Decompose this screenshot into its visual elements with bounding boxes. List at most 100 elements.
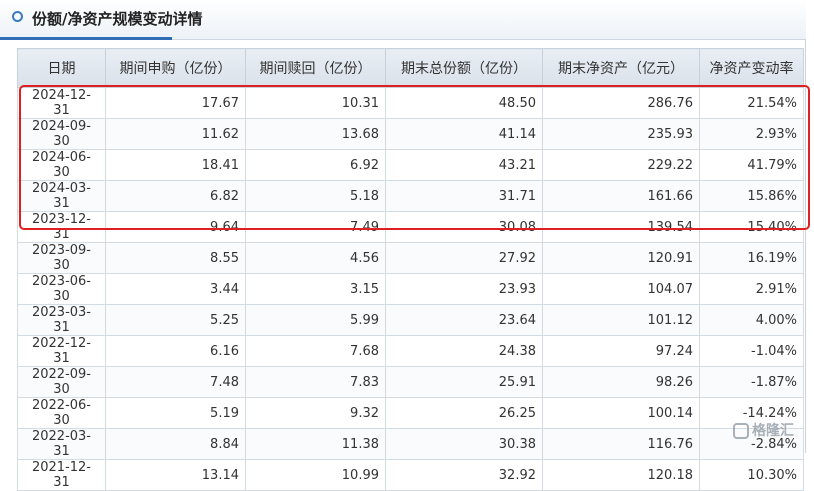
col-header-change-rate: 净资产变动率 bbox=[699, 48, 804, 88]
cell-date: 2022-03-31 bbox=[17, 428, 106, 460]
cell-date: 2023-03-31 bbox=[17, 304, 106, 336]
cell-net-assets: 286.76 bbox=[542, 87, 700, 119]
cell-change-rate: -1.04% bbox=[699, 335, 804, 367]
cell-subscription: 6.82 bbox=[105, 180, 246, 212]
gelonghui-logo-icon bbox=[733, 423, 749, 439]
table-row: 2024-06-30 18.41 6.92 43.21 229.22 41.79% bbox=[17, 149, 804, 181]
cell-redemption: 10.99 bbox=[245, 459, 386, 491]
cell-date: 2023-09-30 bbox=[17, 242, 106, 274]
col-header-net-assets: 期末净资产（亿元） bbox=[542, 48, 700, 88]
cell-total-shares: 43.21 bbox=[385, 149, 543, 181]
cell-total-shares: 48.50 bbox=[385, 87, 543, 119]
cell-net-assets: 101.12 bbox=[542, 304, 700, 336]
cell-total-shares: 41.14 bbox=[385, 118, 543, 150]
cell-redemption: 7.49 bbox=[245, 211, 386, 243]
table-row: 2022-09-30 7.48 7.83 25.91 98.26 -1.87% bbox=[17, 366, 804, 398]
cell-date: 2024-06-30 bbox=[17, 149, 106, 181]
cell-date: 2022-09-30 bbox=[17, 366, 106, 398]
watermark: 格隆汇 bbox=[733, 420, 794, 440]
cell-date: 2023-06-30 bbox=[17, 273, 106, 305]
cell-redemption: 13.68 bbox=[245, 118, 386, 150]
cell-change-rate: 10.30% bbox=[699, 459, 804, 491]
panel-header: 份额/净资产规模变动详情 bbox=[0, 0, 806, 40]
cell-net-assets: 120.91 bbox=[542, 242, 700, 274]
scale-change-table: 日期 期间申购（亿份） 期间赎回（亿份） 期末总份额（亿份） 期末净资产（亿元）… bbox=[17, 48, 804, 491]
cell-change-rate: 15.86% bbox=[699, 180, 804, 212]
title-underline bbox=[0, 37, 172, 40]
cell-net-assets: 120.18 bbox=[542, 459, 700, 491]
table-row: 2023-09-30 8.55 4.56 27.92 120.91 16.19% bbox=[17, 242, 804, 274]
cell-total-shares: 25.91 bbox=[385, 366, 543, 398]
cell-redemption: 9.32 bbox=[245, 397, 386, 429]
cell-change-rate: 41.79% bbox=[699, 149, 804, 181]
cell-subscription: 8.84 bbox=[105, 428, 246, 460]
col-header-subscription: 期间申购（亿份） bbox=[105, 48, 246, 88]
cell-redemption: 7.83 bbox=[245, 366, 386, 398]
cell-redemption: 5.99 bbox=[245, 304, 386, 336]
fund-scale-panel: 份额/净资产规模变动详情 日期 期间申购（亿份） 期间赎回（亿份） 期末总份额（… bbox=[0, 0, 810, 491]
cell-total-shares: 23.93 bbox=[385, 273, 543, 305]
table-row: 2021-12-31 13.14 10.99 32.92 120.18 10.30% bbox=[17, 459, 804, 491]
cell-subscription: 5.19 bbox=[105, 397, 246, 429]
cell-total-shares: 23.64 bbox=[385, 304, 543, 336]
cell-redemption: 10.31 bbox=[245, 87, 386, 119]
cell-subscription: 11.62 bbox=[105, 118, 246, 150]
cell-total-shares: 30.38 bbox=[385, 428, 543, 460]
cell-date: 2024-03-31 bbox=[17, 180, 106, 212]
col-header-total-shares: 期末总份额（亿份） bbox=[385, 48, 543, 88]
cell-subscription: 17.67 bbox=[105, 87, 246, 119]
cell-net-assets: 161.66 bbox=[542, 180, 700, 212]
cell-change-rate: 4.00% bbox=[699, 304, 804, 336]
cell-total-shares: 24.38 bbox=[385, 335, 543, 367]
table-row: 2023-12-31 9.64 7.49 30.08 139.54 15.40% bbox=[17, 211, 804, 243]
cell-total-shares: 27.92 bbox=[385, 242, 543, 274]
cell-redemption: 7.68 bbox=[245, 335, 386, 367]
cell-change-rate: 15.40% bbox=[699, 211, 804, 243]
cell-total-shares: 32.92 bbox=[385, 459, 543, 491]
cell-subscription: 13.14 bbox=[105, 459, 246, 491]
cell-subscription: 6.16 bbox=[105, 335, 246, 367]
table-row: 2023-06-30 3.44 3.15 23.93 104.07 2.91% bbox=[17, 273, 804, 305]
cell-subscription: 9.64 bbox=[105, 211, 246, 243]
cell-total-shares: 31.71 bbox=[385, 180, 543, 212]
cell-change-rate: 21.54% bbox=[699, 87, 804, 119]
cell-subscription: 7.48 bbox=[105, 366, 246, 398]
table-row: 2023-03-31 5.25 5.99 23.64 101.12 4.00% bbox=[17, 304, 804, 336]
table-header-row: 日期 期间申购（亿份） 期间赎回（亿份） 期末总份额（亿份） 期末净资产（亿元）… bbox=[17, 48, 804, 88]
table-row: 2024-12-31 17.67 10.31 48.50 286.76 21.54% bbox=[17, 87, 804, 119]
cell-net-assets: 139.54 bbox=[542, 211, 700, 243]
cell-date: 2023-12-31 bbox=[17, 211, 106, 243]
cell-redemption: 3.15 bbox=[245, 273, 386, 305]
cell-net-assets: 98.26 bbox=[542, 366, 700, 398]
cell-date: 2021-12-31 bbox=[17, 459, 106, 491]
cell-net-assets: 235.93 bbox=[542, 118, 700, 150]
cell-subscription: 8.55 bbox=[105, 242, 246, 274]
cell-date: 2022-06-30 bbox=[17, 397, 106, 429]
watermark-text: 格隆汇 bbox=[752, 423, 794, 439]
col-header-date: 日期 bbox=[17, 48, 106, 88]
cell-net-assets: 104.07 bbox=[542, 273, 700, 305]
table-row: 2022-03-31 8.84 11.38 30.38 116.76 -2.84% bbox=[17, 428, 804, 460]
cell-redemption: 6.92 bbox=[245, 149, 386, 181]
table-row: 2024-09-30 11.62 13.68 41.14 235.93 2.93% bbox=[17, 118, 804, 150]
cell-total-shares: 26.25 bbox=[385, 397, 543, 429]
cell-change-rate: -1.87% bbox=[699, 366, 804, 398]
cell-subscription: 18.41 bbox=[105, 149, 246, 181]
cell-net-assets: 100.14 bbox=[542, 397, 700, 429]
cell-net-assets: 229.22 bbox=[542, 149, 700, 181]
cell-net-assets: 97.24 bbox=[542, 335, 700, 367]
cell-change-rate: 2.93% bbox=[699, 118, 804, 150]
cell-subscription: 5.25 bbox=[105, 304, 246, 336]
cell-redemption: 4.56 bbox=[245, 242, 386, 274]
table-row: 2022-06-30 5.19 9.32 26.25 100.14 -14.24% bbox=[17, 397, 804, 429]
cell-redemption: 11.38 bbox=[245, 428, 386, 460]
circle-bullet-icon bbox=[12, 11, 23, 22]
table-row: 2022-12-31 6.16 7.68 24.38 97.24 -1.04% bbox=[17, 335, 804, 367]
cell-date: 2024-12-31 bbox=[17, 87, 106, 119]
col-header-redemption: 期间赎回（亿份） bbox=[245, 48, 386, 88]
cell-date: 2024-09-30 bbox=[17, 118, 106, 150]
cell-date: 2022-12-31 bbox=[17, 335, 106, 367]
cell-change-rate: 16.19% bbox=[699, 242, 804, 274]
cell-subscription: 3.44 bbox=[105, 273, 246, 305]
cell-net-assets: 116.76 bbox=[542, 428, 700, 460]
